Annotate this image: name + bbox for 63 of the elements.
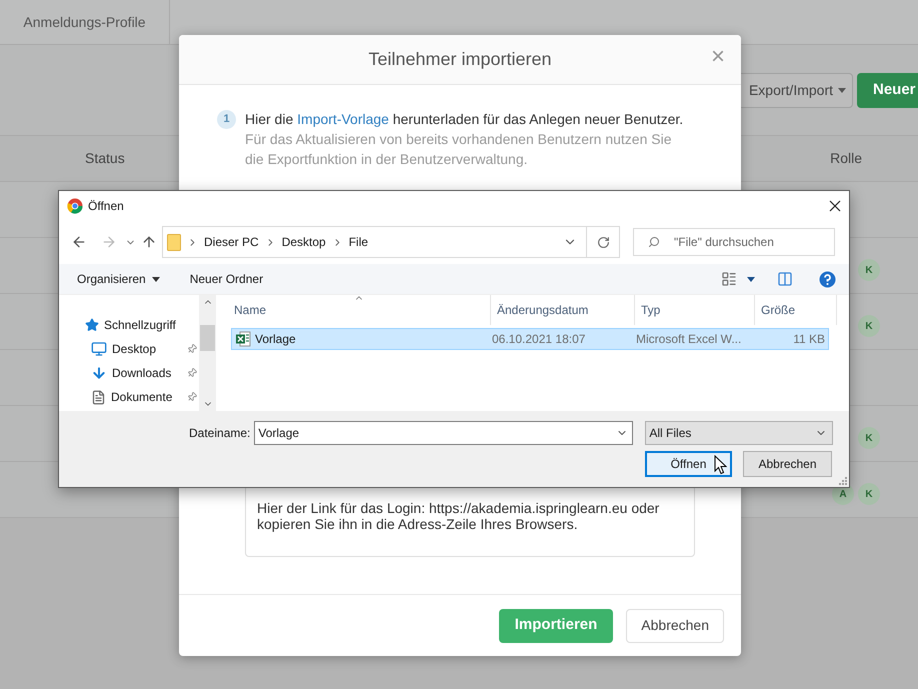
nav-item[interactable]: Downloads bbox=[59, 364, 199, 382]
help-icon[interactable] bbox=[819, 270, 836, 288]
folder-icon bbox=[167, 234, 181, 250]
window-title: Öffnen bbox=[88, 198, 124, 215]
file-type: Microsoft Excel W... bbox=[636, 331, 742, 348]
scroll-thumb[interactable] bbox=[200, 325, 215, 351]
profile-tab[interactable]: Anmeldungs-Profile bbox=[0, 0, 170, 44]
document-icon bbox=[91, 390, 106, 404]
column-header[interactable]: Änderungsdatum bbox=[491, 295, 635, 325]
role-avatar: K bbox=[858, 427, 880, 449]
role-avatar: K bbox=[858, 483, 880, 505]
search-placeholder: "File" durchsuchen bbox=[674, 234, 774, 251]
preview-pane-icon[interactable] bbox=[777, 271, 793, 287]
new-folder-button[interactable]: Neuer Ordner bbox=[190, 270, 264, 288]
column-header[interactable]: Name bbox=[219, 295, 491, 325]
column-header[interactable]: Typ bbox=[635, 295, 755, 325]
column-header: Rolle bbox=[830, 149, 862, 168]
new-button[interactable]: Neuer bbox=[857, 72, 918, 108]
refresh-icon[interactable] bbox=[596, 236, 610, 248]
filename-label: Dateiname: bbox=[189, 425, 250, 442]
column-header[interactable]: Größe bbox=[755, 295, 837, 325]
search-field[interactable]: "File" durchsuchen bbox=[633, 228, 835, 256]
download-icon bbox=[91, 365, 107, 381]
file-type-select[interactable]: All Files bbox=[645, 421, 834, 445]
desktop-icon bbox=[91, 341, 107, 357]
file-name: Vorlage bbox=[255, 331, 297, 348]
column-header: Status bbox=[85, 149, 125, 168]
organize-menu[interactable]: Organisieren bbox=[77, 270, 160, 288]
filename-field[interactable]: Vorlage bbox=[254, 421, 634, 445]
step-text: Hier die Import-Vorlage herunterladen für das Anlegen neuer Benutzer. bbox=[245, 110, 684, 129]
search-icon bbox=[648, 236, 660, 248]
path-segment[interactable]: File bbox=[348, 233, 368, 251]
caret-icon bbox=[152, 276, 160, 282]
resize-grip-icon[interactable] bbox=[838, 476, 847, 485]
file-size: 11 KB bbox=[792, 331, 826, 348]
view-icon[interactable] bbox=[721, 271, 737, 287]
nav-item[interactable]: Desktop bbox=[59, 340, 199, 358]
caret-icon[interactable] bbox=[747, 276, 755, 282]
cursor-icon bbox=[714, 455, 727, 475]
file-date: 06.10.2021 18:07 bbox=[492, 331, 586, 348]
step-number: 1 bbox=[217, 110, 236, 129]
role-avatar: K bbox=[858, 259, 880, 281]
address-bar[interactable]: Dieser PC Desktop File bbox=[162, 226, 620, 258]
template-link[interactable]: Import-Vorlage bbox=[297, 111, 389, 127]
up-icon[interactable] bbox=[141, 234, 157, 250]
dialog-title: Teilnehmer importieren bbox=[368, 48, 552, 71]
cancel-button[interactable]: Abbrechen bbox=[743, 451, 832, 477]
close-icon[interactable] bbox=[829, 200, 841, 212]
nav-item[interactable]: Dokumente bbox=[59, 388, 199, 406]
browser-icon bbox=[67, 198, 83, 214]
back-icon[interactable] bbox=[71, 234, 87, 250]
open-button[interactable]: Öffnen bbox=[645, 451, 732, 477]
role-avatar: K bbox=[858, 315, 880, 337]
caret-icon bbox=[838, 88, 846, 92]
cancel-button[interactable]: Abbrechen bbox=[626, 608, 724, 642]
step-note: Für das Aktualisieren von bereits vorhandenen Benutzern nutzen Sie die Exportfunktion in der Benutzerverwaltung. bbox=[245, 130, 672, 169]
nav-item[interactable]: Schnellzugriff bbox=[59, 316, 199, 334]
spreadsheet-icon bbox=[235, 331, 251, 347]
scrollbar[interactable] bbox=[199, 295, 216, 411]
path-segment[interactable]: Desktop bbox=[282, 233, 326, 251]
file-row[interactable]: Vorlage 06.10.2021 18:07 Microsoft Excel W... 11 KB bbox=[231, 328, 829, 350]
star-icon bbox=[85, 318, 99, 332]
path-segment[interactable]: Dieser PC bbox=[204, 233, 259, 251]
